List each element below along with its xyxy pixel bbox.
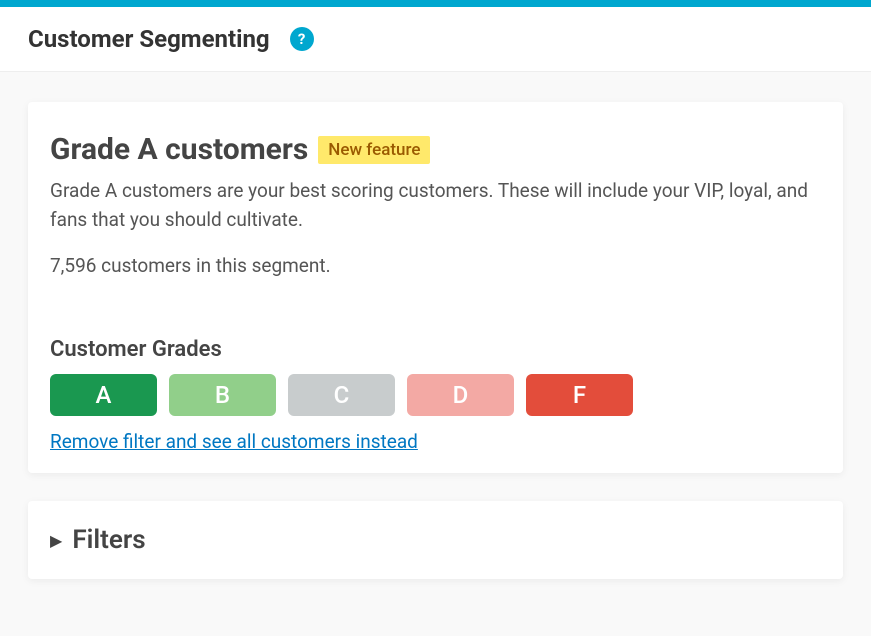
segment-header: Grade A customers New feature xyxy=(50,132,821,167)
grade-a-button[interactable]: A xyxy=(50,374,157,416)
segment-card: Grade A customers New feature Grade A cu… xyxy=(28,102,843,473)
grades-title: Customer Grades xyxy=(50,337,821,362)
grade-b-button[interactable]: B xyxy=(169,374,276,416)
grades-row: A B C D F xyxy=(50,374,821,416)
page-title: Customer Segmenting xyxy=(28,25,270,53)
grade-d-button[interactable]: D xyxy=(407,374,514,416)
segment-title: Grade A customers xyxy=(50,132,308,167)
grade-c-button[interactable]: C xyxy=(288,374,395,416)
content-wrap: Grade A customers New feature Grade A cu… xyxy=(0,72,871,609)
filters-title: Filters xyxy=(72,525,145,555)
segment-count: 7,596 customers in this segment. xyxy=(50,254,821,277)
page-header: Customer Segmenting ? xyxy=(0,7,871,72)
top-accent-bar xyxy=(0,0,871,7)
grade-f-button[interactable]: F xyxy=(526,374,633,416)
remove-filter-link[interactable]: Remove filter and see all customers inst… xyxy=(50,430,418,453)
new-feature-badge: New feature xyxy=(318,136,430,164)
filters-card[interactable]: ▶ Filters xyxy=(28,501,843,579)
disclosure-icon: ▶ xyxy=(50,531,62,550)
segment-description: Grade A customers are your best scoring … xyxy=(50,177,821,234)
help-icon[interactable]: ? xyxy=(290,27,314,51)
